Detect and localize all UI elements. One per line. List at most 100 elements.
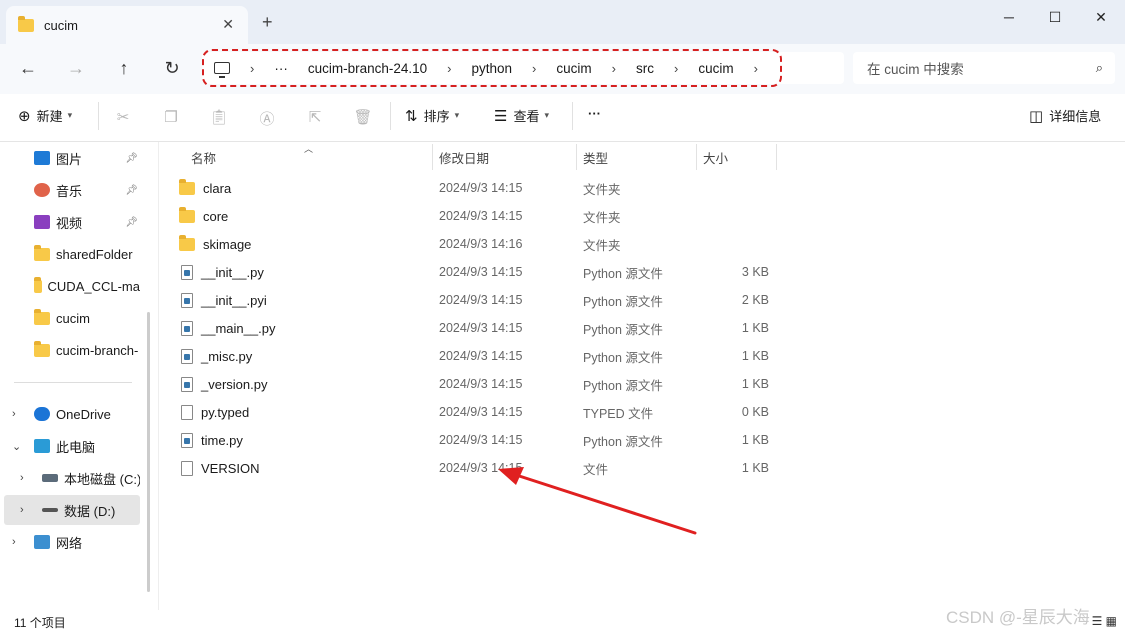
sidebar-item-videos[interactable]: 视频 📌︎ bbox=[4, 207, 140, 237]
tab-close-icon[interactable]: ✕ bbox=[222, 16, 234, 33]
sidebar-item-label: 此电脑 bbox=[56, 439, 96, 455]
chevron-right-icon[interactable]: › bbox=[12, 408, 16, 420]
new-tab-button[interactable]: + bbox=[262, 12, 273, 33]
more-options-button[interactable]: ··· bbox=[588, 106, 601, 121]
pin-icon[interactable]: 📌︎ bbox=[125, 185, 138, 196]
sidebar-item-cuda-ccl[interactable]: CUDA_CCL-ma bbox=[4, 271, 140, 301]
file-name-cell[interactable]: time.py bbox=[179, 426, 243, 454]
file-name: clara bbox=[203, 180, 232, 196]
refresh-button[interactable]: ↻ bbox=[160, 56, 184, 80]
file-name-cell[interactable]: skimage bbox=[179, 230, 251, 258]
file-name-cell[interactable]: _version.py bbox=[179, 370, 267, 398]
column-header-date[interactable]: 修改日期 bbox=[439, 142, 489, 172]
breadcrumb-item[interactable]: cucim-branch-24.10 bbox=[308, 61, 427, 76]
up-button[interactable]: ↑ bbox=[112, 56, 136, 80]
column-divider[interactable] bbox=[432, 144, 433, 170]
search-input[interactable]: 在 cucim 中搜索 ⌕ bbox=[853, 52, 1115, 84]
column-divider[interactable] bbox=[776, 144, 777, 170]
toolbar-divider bbox=[390, 102, 391, 130]
tab-cucim[interactable]: cucim ✕ bbox=[6, 6, 248, 44]
column-header-type[interactable]: 类型 bbox=[583, 142, 608, 172]
file-row[interactable]: core 2024/9/3 14:15 文件夹 bbox=[173, 202, 933, 230]
cut-icon[interactable]: ✂ bbox=[113, 108, 133, 128]
breadcrumb-item[interactable]: cucim bbox=[698, 61, 733, 76]
forward-button[interactable]: → bbox=[64, 56, 88, 80]
paste-icon[interactable]: 📋︎ bbox=[209, 108, 229, 128]
rename-icon[interactable]: Ⓐ bbox=[257, 108, 277, 128]
share-icon[interactable]: ⇱ bbox=[305, 108, 325, 128]
breadcrumb-overflow[interactable]: ··· bbox=[274, 61, 288, 76]
python-file-icon bbox=[181, 376, 193, 392]
chevron-right-icon[interactable]: › bbox=[20, 472, 24, 484]
chevron-right-icon[interactable]: › bbox=[674, 61, 678, 76]
file-name: py.typed bbox=[201, 404, 250, 420]
chevron-right-icon[interactable]: › bbox=[250, 61, 254, 76]
file-row[interactable]: time.py 2024/9/3 14:15 Python 源文件 1 KB bbox=[173, 426, 933, 454]
file-name-cell[interactable]: __init__.py bbox=[179, 258, 264, 286]
search-icon[interactable]: ⌕ bbox=[1096, 60, 1103, 76]
sidebar-item-drive-c[interactable]: › 本地磁盘 (C:) bbox=[4, 463, 140, 493]
chevron-right-icon[interactable]: › bbox=[754, 61, 758, 76]
file-name-cell[interactable]: core bbox=[179, 202, 228, 230]
navigation-pane: 图片 📌︎ 音乐 📌︎ 视频 📌︎ sharedFolder CUDA_CCL-… bbox=[0, 142, 158, 610]
sidebar-item-sharedfolder[interactable]: sharedFolder bbox=[4, 239, 140, 269]
file-name-cell[interactable]: _misc.py bbox=[179, 342, 252, 370]
pin-icon[interactable]: 📌︎ bbox=[125, 153, 138, 164]
sidebar-item-music[interactable]: 音乐 📌︎ bbox=[4, 175, 140, 205]
column-header-size[interactable]: 大小 bbox=[703, 142, 728, 172]
file-name-cell[interactable]: VERSION bbox=[179, 454, 260, 482]
file-name-cell[interactable]: py.typed bbox=[179, 398, 249, 426]
chevron-right-icon[interactable]: › bbox=[12, 536, 16, 548]
file-name-cell[interactable]: __init__.pyi bbox=[179, 286, 267, 314]
python-file-icon bbox=[181, 348, 193, 364]
file-size bbox=[703, 174, 769, 202]
sidebar-item-network[interactable]: › 网络 bbox=[4, 527, 140, 557]
chevron-down-icon[interactable]: ⌄ bbox=[12, 440, 21, 453]
new-button[interactable]: ⊕ 新建 ▾ bbox=[18, 106, 72, 125]
sidebar-item-onedrive[interactable]: › OneDrive bbox=[4, 399, 140, 429]
chevron-right-icon[interactable]: › bbox=[612, 61, 616, 76]
sort-button[interactable]: ⇅ 排序 ▾ bbox=[405, 106, 459, 125]
sidebar-item-cucim[interactable]: cucim bbox=[4, 303, 140, 333]
sidebar-item-pictures[interactable]: 图片 📌︎ bbox=[4, 143, 140, 173]
view-toggle-icons[interactable]: ☰ ▦ bbox=[1092, 614, 1117, 628]
sidebar-item-cucim-branch[interactable]: cucim-branch- bbox=[4, 335, 140, 365]
column-divider[interactable] bbox=[576, 144, 577, 170]
column-header-name[interactable]: 名称 bbox=[191, 142, 216, 172]
file-name-cell[interactable]: clara bbox=[179, 174, 231, 202]
breadcrumb-item[interactable]: cucim bbox=[556, 61, 591, 76]
chevron-right-icon[interactable]: › bbox=[20, 504, 24, 516]
view-button[interactable]: ☰ 查看 ▾ bbox=[494, 106, 549, 125]
file-size bbox=[703, 202, 769, 230]
sidebar-item-label: 音乐 bbox=[56, 183, 83, 199]
file-row[interactable]: __init__.pyi 2024/9/3 14:15 Python 源文件 2 KB bbox=[173, 286, 933, 314]
file-row[interactable]: clara 2024/9/3 14:15 文件夹 bbox=[173, 174, 933, 202]
file-icon bbox=[181, 460, 193, 476]
column-divider[interactable] bbox=[696, 144, 697, 170]
file-row[interactable]: _version.py 2024/9/3 14:15 Python 源文件 1 KB bbox=[173, 370, 933, 398]
breadcrumb-item[interactable]: src bbox=[636, 61, 654, 76]
sidebar-scrollbar[interactable] bbox=[147, 312, 150, 592]
file-name-cell[interactable]: __main__.py bbox=[179, 314, 275, 342]
details-pane-button[interactable]: ◫ 详细信息 bbox=[1029, 106, 1101, 125]
sidebar-item-this-pc[interactable]: ⌄ 此电脑 bbox=[4, 431, 140, 461]
file-row[interactable]: py.typed 2024/9/3 14:15 TYPED 文件 0 KB bbox=[173, 398, 933, 426]
file-row[interactable]: skimage 2024/9/3 14:16 文件夹 bbox=[173, 230, 933, 258]
file-size: 0 KB bbox=[741, 405, 769, 419]
chevron-right-icon[interactable]: › bbox=[447, 61, 451, 76]
copy-icon[interactable]: ❐ bbox=[161, 108, 181, 128]
title-bar: cucim ✕ + ─ ☐ ✕ bbox=[0, 0, 1125, 44]
pin-icon[interactable]: 📌︎ bbox=[125, 217, 138, 228]
maximize-button[interactable]: ☐ bbox=[1032, 4, 1078, 30]
back-button[interactable]: ← bbox=[16, 56, 40, 80]
file-row[interactable]: _misc.py 2024/9/3 14:15 Python 源文件 1 KB bbox=[173, 342, 933, 370]
file-row[interactable]: __init__.py 2024/9/3 14:15 Python 源文件 3 KB bbox=[173, 258, 933, 286]
chevron-right-icon[interactable]: › bbox=[532, 61, 536, 76]
minimize-button[interactable]: ─ bbox=[986, 4, 1032, 30]
close-window-button[interactable]: ✕ bbox=[1078, 4, 1124, 30]
address-bar[interactable]: › ··· cucim-branch-24.10 › python › cuci… bbox=[202, 52, 844, 84]
file-row[interactable]: __main__.py 2024/9/3 14:15 Python 源文件 1 KB bbox=[173, 314, 933, 342]
delete-icon[interactable]: 🗑︎ bbox=[353, 108, 373, 128]
breadcrumb-item[interactable]: python bbox=[472, 61, 513, 76]
sidebar-item-drive-d[interactable]: › 数据 (D:) bbox=[4, 495, 140, 525]
